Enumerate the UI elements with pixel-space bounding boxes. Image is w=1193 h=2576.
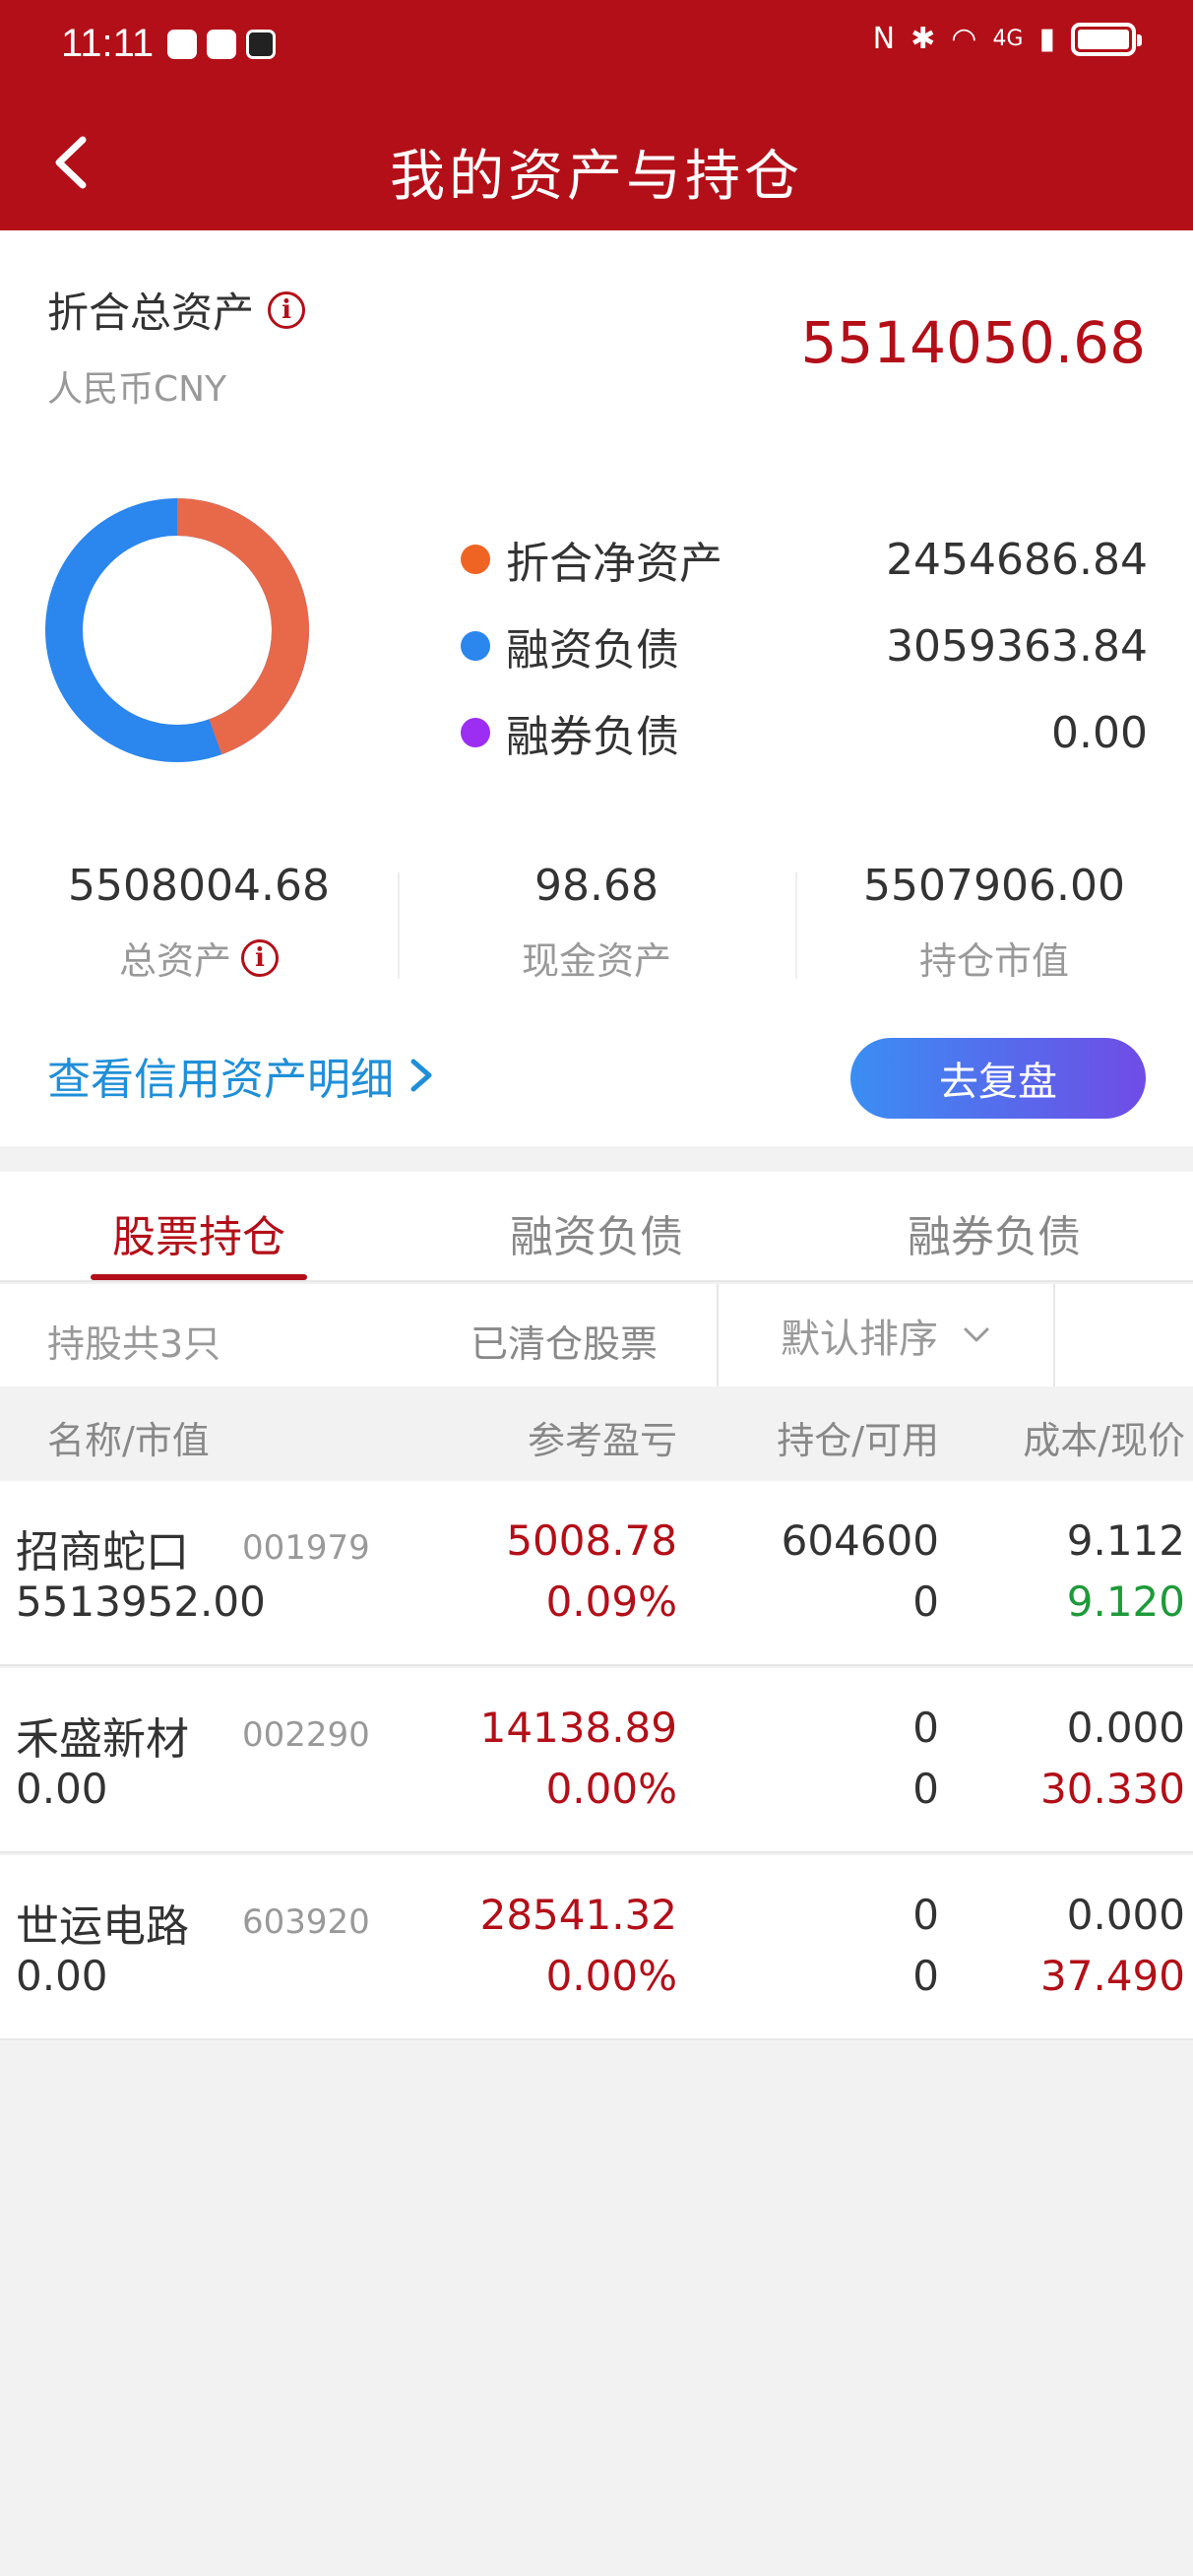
pnl-percent: 0.09% — [545, 1578, 677, 1626]
filter-bar: 持股共3只 已清仓股票 默认排序 — [0, 1284, 1193, 1386]
market-value: 0.00 — [16, 1765, 108, 1813]
column-header-position[interactable]: 持仓/可用 — [777, 1410, 939, 1464]
app-notification-icon — [167, 30, 197, 59]
current-price: 30.330 — [1040, 1765, 1185, 1813]
legend-value: 3059363.84 — [886, 620, 1148, 672]
stock-code: 603920 — [242, 1902, 370, 1942]
current-price: 9.120 — [1066, 1578, 1185, 1626]
holdings-tabs: 股票持仓 融资负债 融券负债 — [0, 1172, 1193, 1282]
column-header-pnl[interactable]: 参考盈亏 — [528, 1410, 677, 1464]
tab-margin-debt[interactable]: 融资负债 — [398, 1172, 795, 1280]
holding-count: 持股共3只 — [47, 1322, 221, 1366]
info-icon[interactable]: i — [268, 290, 306, 329]
tab-short-debt[interactable]: 融券负债 — [795, 1172, 1193, 1280]
stock-name: 世运电路 — [16, 1901, 189, 1952]
legend-label: 融资负债 — [506, 625, 679, 676]
legend-label: 融券负债 — [506, 712, 679, 762]
legend-value: 2454686.84 — [886, 534, 1148, 585]
market-value: 5513952.00 — [16, 1578, 266, 1626]
legend-dot — [461, 631, 490, 661]
available-quantity: 0 — [912, 1578, 939, 1626]
stat-label: 总资产 — [118, 939, 231, 983]
app-notification-icon — [207, 30, 236, 59]
page-title: 我的资产与持仓 — [390, 145, 803, 209]
network-label: 4G — [992, 27, 1024, 51]
signal-icon: ▮ — [1038, 22, 1055, 56]
chevron-right-icon — [410, 1059, 432, 1092]
legend-item: 融券负债 0.00 — [461, 689, 1148, 776]
stat-cash-assets: 98.68 现金资产 — [398, 851, 795, 1028]
tab-stock-holdings[interactable]: 股票持仓 — [0, 1172, 398, 1280]
chevron-down-icon — [964, 1327, 989, 1342]
available-quantity: 0 — [912, 1765, 939, 1813]
legend-item: 融资负债 3059363.84 — [461, 603, 1148, 689]
pnl-percent: 0.00% — [545, 1952, 677, 2000]
table-row[interactable]: 世运电路 603920 0.00 28541.32 0.00% 0 0 0.00… — [0, 1855, 1193, 2040]
stock-code: 001979 — [242, 1528, 370, 1568]
cost-price: 0.000 — [1066, 1704, 1185, 1752]
app-header: 11:11 N ✱ ◠ 4G ▮ 我的资产与持仓 — [0, 0, 1193, 230]
current-price: 37.490 — [1040, 1952, 1185, 2000]
position-quantity: 0 — [912, 1891, 939, 1939]
sort-label: 默认排序 — [781, 1317, 938, 1362]
review-button[interactable]: 去复盘 — [850, 1038, 1146, 1119]
pnl-value: 14138.89 — [479, 1704, 677, 1752]
nfc-icon: N — [872, 22, 896, 56]
cleared-stocks-button[interactable]: 已清仓股票 — [471, 1314, 658, 1368]
table-header: 名称/市值 参考盈亏 持仓/可用 成本/现价 — [0, 1386, 1193, 1481]
status-bar: 11:11 N ✱ ◠ 4G ▮ — [0, 0, 1193, 95]
asset-legend: 折合净资产 2454686.84 融资负债 3059363.84 融券负债 0.… — [461, 516, 1148, 776]
legend-dot — [461, 718, 490, 747]
table-row[interactable]: 禾盛新材 002290 0.00 14138.89 0.00% 0 0 0.00… — [0, 1668, 1193, 1853]
credit-detail-label: 查看信用资产明细 — [47, 1055, 394, 1105]
position-quantity: 604600 — [781, 1516, 939, 1565]
currency-label: 人民币CNY — [47, 369, 227, 410]
asset-summary-card: 折合总资产 i 人民币CNY 5514050.68 折合净资产 2454686.… — [0, 230, 1193, 1146]
stock-name: 招商蛇口 — [16, 1527, 189, 1578]
legend-item: 折合净资产 2454686.84 — [461, 516, 1148, 603]
info-icon[interactable]: i — [241, 938, 279, 977]
legend-dot — [461, 545, 490, 574]
pnl-value: 28541.32 — [479, 1891, 677, 1939]
legend-value: 0.00 — [1051, 707, 1148, 758]
nav-bar: 我的资产与持仓 — [0, 95, 1193, 230]
legend-label: 折合净资产 — [506, 539, 722, 589]
column-header-cost[interactable]: 成本/现价 — [1023, 1410, 1185, 1464]
stat-value: 5508004.68 — [68, 861, 330, 911]
market-value: 0.00 — [16, 1952, 108, 2000]
stat-value: 98.68 — [534, 861, 659, 911]
stat-label: 现金资产 — [521, 939, 671, 983]
available-quantity: 0 — [912, 1952, 939, 2000]
bluetooth-icon: ✱ — [910, 22, 936, 56]
status-time: 11:11 — [61, 22, 155, 65]
status-indicators: N ✱ ◠ 4G ▮ — [872, 22, 1142, 56]
asset-stats: 5508004.68 总资产 i 98.68 现金资产 5507906.00 持… — [0, 851, 1193, 1028]
sort-dropdown[interactable]: 默认排序 — [717, 1284, 1055, 1386]
cost-price: 0.000 — [1066, 1891, 1185, 1939]
stock-name: 禾盛新材 — [16, 1714, 189, 1765]
stat-total-assets: 5508004.68 总资产 i — [0, 851, 398, 1028]
pnl-percent: 0.00% — [545, 1765, 677, 1813]
total-assets-label: 折合总资产 — [47, 289, 255, 337]
app-notification-icon — [246, 30, 276, 59]
stat-position-value: 5507906.00 持仓市值 — [795, 851, 1193, 1028]
column-header-name[interactable]: 名称/市值 — [47, 1410, 210, 1464]
notification-icons — [167, 30, 276, 59]
asset-donut-chart — [45, 498, 309, 762]
table-row[interactable]: 招商蛇口 001979 5513952.00 5008.78 0.09% 604… — [0, 1481, 1193, 1666]
total-assets-label-row: 折合总资产 i — [47, 280, 306, 340]
pnl-value: 5008.78 — [506, 1516, 677, 1565]
stat-value: 5507906.00 — [863, 861, 1125, 911]
cost-price: 9.112 — [1066, 1516, 1185, 1565]
position-quantity: 0 — [912, 1704, 939, 1752]
credit-detail-link[interactable]: 查看信用资产明细 — [47, 1044, 439, 1107]
battery-icon — [1071, 22, 1142, 56]
wifi-icon: ◠ — [951, 22, 977, 56]
stat-label-row: 总资产 i — [0, 931, 398, 985]
stock-code: 002290 — [242, 1715, 370, 1755]
stat-label: 持仓市值 — [918, 939, 1069, 983]
total-assets-value: 5514050.68 — [800, 309, 1146, 376]
